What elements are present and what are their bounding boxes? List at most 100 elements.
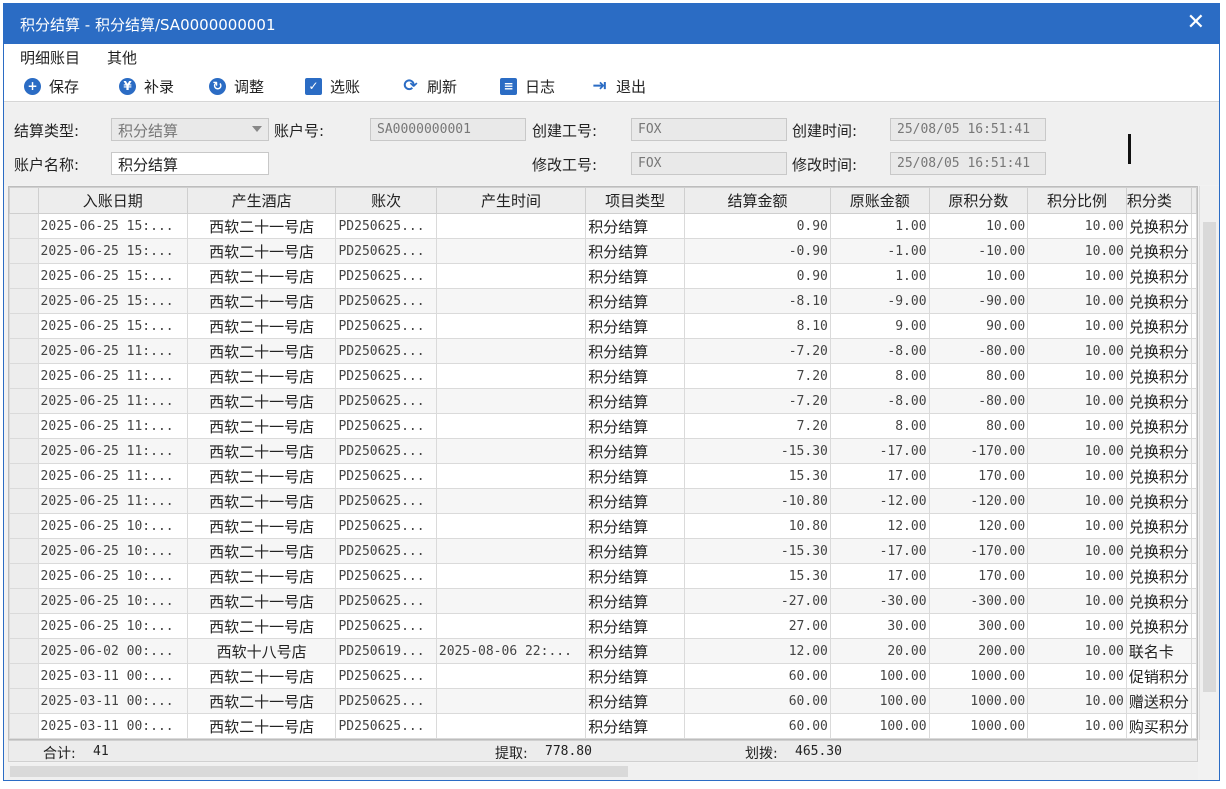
cell-post-date[interactable]: 2025-06-25 15:... xyxy=(37,213,188,239)
cell-point-class[interactable]: 赠送积分 xyxy=(1125,688,1193,714)
cell-orig-points[interactable]: 80.00 xyxy=(928,413,1029,439)
cell-settle-amount[interactable]: 60.00 xyxy=(684,713,831,739)
cell-orig-amount[interactable]: -17.00 xyxy=(829,438,930,464)
modify-staff-field[interactable]: FOX xyxy=(631,152,787,175)
cell-point-ratio[interactable]: 10.00 xyxy=(1027,288,1127,314)
row-indicator[interactable] xyxy=(9,638,39,664)
row-indicator[interactable] xyxy=(9,338,39,364)
cell-settle-amount[interactable]: -7.20 xyxy=(684,388,831,414)
cell-settle-amount[interactable]: -27.00 xyxy=(684,588,831,614)
cell-created-time[interactable]: 2025-08-06 22:... xyxy=(435,638,587,664)
col-point-ratio[interactable]: 积分比例 xyxy=(1027,187,1127,214)
cell-item-type[interactable]: 积分结算 xyxy=(585,488,686,514)
cell-orig-amount[interactable]: -17.00 xyxy=(829,538,930,564)
cell-orig-amount[interactable]: 8.00 xyxy=(829,363,930,389)
cell-post-date[interactable]: 2025-06-25 10:... xyxy=(37,513,188,539)
cell-settle-amount[interactable]: -10.80 xyxy=(684,488,831,514)
cell-hotel[interactable]: 西软二十一号店 xyxy=(186,513,337,539)
account-name-field[interactable]: 积分结算 xyxy=(111,152,269,175)
cell-post-date[interactable]: 2025-06-25 11:... xyxy=(37,438,188,464)
cell-settle-amount[interactable]: 8.10 xyxy=(684,313,831,339)
cell-point-class[interactable]: 兑换积分 xyxy=(1125,413,1193,439)
cell-created-time[interactable] xyxy=(435,538,587,564)
table-row[interactable]: 2025-03-11 00:... 西软二十一号店 PD250625... 积分结算 6… xyxy=(9,688,1197,714)
cell-folio[interactable]: PD250625... xyxy=(335,563,437,589)
table-row[interactable]: 2025-06-25 11:... 西软二十一号店 PD250625... 积分结算 -… xyxy=(9,338,1197,364)
col-created-time[interactable]: 产生时间 xyxy=(435,187,587,214)
cell-item-type[interactable]: 积分结算 xyxy=(585,463,686,489)
cell-orig-points[interactable]: 1000.00 xyxy=(928,663,1029,689)
cell-created-time[interactable] xyxy=(435,513,587,539)
cell-hotel[interactable]: 西软二十一号店 xyxy=(186,338,337,364)
horizontal-scroll-thumb[interactable] xyxy=(10,766,628,777)
vertical-scrollbar[interactable] xyxy=(1199,186,1219,740)
cell-folio[interactable]: PD250625... xyxy=(335,538,437,564)
cell-post-date[interactable]: 2025-06-25 10:... xyxy=(37,588,188,614)
cell-orig-amount[interactable]: -12.00 xyxy=(829,488,930,514)
table-row[interactable]: 2025-06-25 10:... 西软二十一号店 PD250625... 积分结算 -… xyxy=(9,538,1197,564)
cell-item-type[interactable]: 积分结算 xyxy=(585,513,686,539)
cell-post-date[interactable]: 2025-03-11 00:... xyxy=(37,688,188,714)
cell-point-ratio[interactable]: 10.00 xyxy=(1027,613,1127,639)
table-row[interactable]: 2025-06-25 11:... 西软二十一号店 PD250625... 积分结算 -… xyxy=(9,438,1197,464)
cell-orig-points[interactable]: 10.00 xyxy=(928,213,1029,239)
cell-hotel[interactable]: 西软十八号店 xyxy=(186,638,337,664)
cell-created-time[interactable] xyxy=(435,313,587,339)
row-indicator[interactable] xyxy=(9,213,39,239)
cell-folio[interactable]: PD250619... xyxy=(335,638,437,664)
table-row[interactable]: 2025-03-11 00:... 西软二十一号店 PD250625... 积分结算 6… xyxy=(9,713,1197,739)
table-row[interactable]: 2025-06-25 10:... 西软二十一号店 PD250625... 积分结算 2… xyxy=(9,613,1197,639)
menu-other[interactable]: 其他 xyxy=(107,47,137,68)
table-row[interactable]: 2025-06-25 11:... 西软二十一号店 PD250625... 积分结算 7… xyxy=(9,363,1197,389)
select-account-button[interactable]: ✓ 选账 xyxy=(305,75,360,97)
cell-folio[interactable]: PD250625... xyxy=(335,238,437,264)
cell-orig-points[interactable]: 10.00 xyxy=(928,263,1029,289)
create-time-field[interactable]: 25/08/05 16:51:41 xyxy=(890,118,1046,141)
cell-point-ratio[interactable]: 10.00 xyxy=(1027,413,1127,439)
cell-orig-amount[interactable]: -8.00 xyxy=(829,338,930,364)
account-no-field[interactable]: SA0000000001 xyxy=(370,118,526,141)
cell-orig-points[interactable]: -80.00 xyxy=(928,338,1029,364)
cell-point-class[interactable]: 兑换积分 xyxy=(1125,538,1193,564)
cell-created-time[interactable] xyxy=(435,438,587,464)
cell-item-type[interactable]: 积分结算 xyxy=(585,588,686,614)
cell-hotel[interactable]: 西软二十一号店 xyxy=(186,288,337,314)
cell-orig-amount[interactable]: 100.00 xyxy=(829,663,930,689)
cell-created-time[interactable] xyxy=(435,213,587,239)
exit-button[interactable]: ⇥ 退出 xyxy=(591,75,646,97)
cell-hotel[interactable]: 西软二十一号店 xyxy=(186,313,337,339)
cell-post-date[interactable]: 2025-06-25 10:... xyxy=(37,613,188,639)
cell-post-date[interactable]: 2025-06-25 11:... xyxy=(37,463,188,489)
table-row[interactable]: 2025-06-25 15:... 西软二十一号店 PD250625... 积分结算 8… xyxy=(9,313,1197,339)
cell-created-time[interactable] xyxy=(435,713,587,739)
cell-created-time[interactable] xyxy=(435,363,587,389)
cell-item-type[interactable]: 积分结算 xyxy=(585,413,686,439)
cell-point-class[interactable]: 兑换积分 xyxy=(1125,463,1193,489)
cell-point-class[interactable]: 兑换积分 xyxy=(1125,213,1193,239)
cell-post-date[interactable]: 2025-06-25 11:... xyxy=(37,338,188,364)
cell-orig-points[interactable]: -120.00 xyxy=(928,488,1029,514)
cell-post-date[interactable]: 2025-06-25 15:... xyxy=(37,313,188,339)
cell-point-class[interactable]: 兑换积分 xyxy=(1125,513,1193,539)
cell-point-ratio[interactable]: 10.00 xyxy=(1027,638,1127,664)
cell-hotel[interactable]: 西软二十一号店 xyxy=(186,463,337,489)
cell-point-ratio[interactable]: 10.00 xyxy=(1027,713,1127,739)
vertical-scroll-thumb[interactable] xyxy=(1203,222,1216,692)
cell-created-time[interactable] xyxy=(435,688,587,714)
cell-orig-amount[interactable]: 8.00 xyxy=(829,413,930,439)
cell-point-ratio[interactable]: 10.00 xyxy=(1027,388,1127,414)
cell-settle-amount[interactable]: -7.20 xyxy=(684,338,831,364)
cell-orig-points[interactable]: 90.00 xyxy=(928,313,1029,339)
row-indicator[interactable] xyxy=(9,263,39,289)
cell-point-ratio[interactable]: 10.00 xyxy=(1027,263,1127,289)
cell-orig-amount[interactable]: 30.00 xyxy=(829,613,930,639)
cell-hotel[interactable]: 西软二十一号店 xyxy=(186,563,337,589)
cell-hotel[interactable]: 西软二十一号店 xyxy=(186,713,337,739)
cell-orig-amount[interactable]: 20.00 xyxy=(829,638,930,664)
settle-type-select[interactable]: 积分结算 xyxy=(111,118,269,141)
cell-orig-amount[interactable]: 9.00 xyxy=(829,313,930,339)
log-button[interactable]: ≡ 日志 xyxy=(500,75,555,97)
cell-point-class[interactable]: 促销积分 xyxy=(1125,663,1193,689)
col-hotel[interactable]: 产生酒店 xyxy=(186,187,337,214)
cell-orig-amount[interactable]: 100.00 xyxy=(829,688,930,714)
